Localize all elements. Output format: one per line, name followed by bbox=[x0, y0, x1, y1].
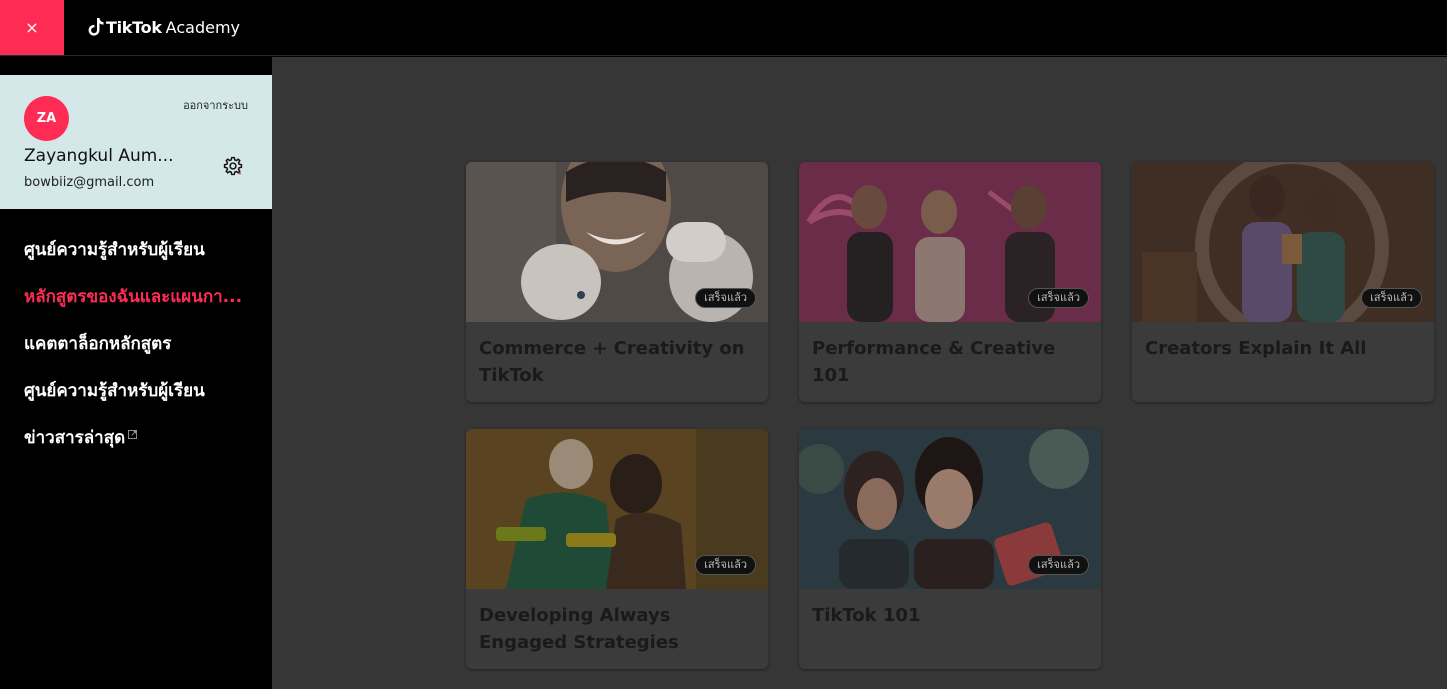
close-menu-button[interactable]: × bbox=[0, 0, 64, 55]
brand-logo[interactable]: TikTok Academy bbox=[88, 15, 240, 39]
course-card[interactable]: เสร็จแล้ว Performance & Creative 101 bbox=[799, 162, 1101, 402]
user-name: Zayangkul Aum... bbox=[24, 146, 174, 166]
status-badge: เสร็จแล้ว bbox=[695, 288, 756, 308]
status-badge: เสร็จแล้ว bbox=[1028, 555, 1089, 575]
course-grid: เสร็จแล้ว Commerce + Creativity on TikTo… bbox=[272, 57, 1447, 689]
avatar[interactable]: ZA bbox=[24, 96, 69, 141]
course-title: Performance & Creative 101 bbox=[812, 338, 1056, 386]
user-email: bowbiiz@gmail.com bbox=[24, 175, 155, 190]
sidebar-item-label: ข่าวสารล่าสุด bbox=[24, 428, 126, 448]
tiktok-logo-icon bbox=[88, 18, 104, 36]
status-badge: เสร็จแล้ว bbox=[1028, 288, 1089, 308]
course-card[interactable]: เสร็จแล้ว Developing Always Engaged Stra… bbox=[466, 429, 768, 669]
course-card[interactable]: เสร็จแล้ว TikTok 101 bbox=[799, 429, 1101, 669]
status-badge: เสร็จแล้ว bbox=[695, 555, 756, 575]
sidebar-item-course-catalog[interactable]: แคตตาล็อกหลักสูตร bbox=[24, 332, 256, 379]
sidebar-item-latest-news[interactable]: ข่าวสารล่าสุด bbox=[24, 426, 256, 473]
course-title: Developing Always Engaged Strategies bbox=[479, 605, 679, 653]
external-link-icon bbox=[128, 430, 138, 439]
close-icon: × bbox=[25, 18, 39, 37]
course-title: Creators Explain It All bbox=[1145, 338, 1367, 359]
brand-name: TikTok bbox=[106, 17, 162, 37]
sidebar: ZA ออกจากระบบ Zayangkul Aum... bowbiiz@g… bbox=[0, 56, 272, 689]
sidebar-item-learner-hub-2[interactable]: ศูนย์ความรู้สำหรับผู้เรียน bbox=[24, 379, 256, 426]
status-badge: เสร็จแล้ว bbox=[1361, 288, 1422, 308]
course-title: TikTok 101 bbox=[812, 605, 921, 626]
course-card[interactable]: เสร็จแล้ว Creators Explain It All bbox=[1132, 162, 1434, 402]
brand-sub: Academy bbox=[165, 17, 240, 37]
sidebar-nav: ศูนย์ความรู้สำหรับผู้เรียน หลักสูตรของฉั… bbox=[24, 238, 256, 473]
logout-link[interactable]: ออกจากระบบ bbox=[183, 96, 248, 114]
gear-icon[interactable] bbox=[222, 155, 244, 177]
top-bar: × TikTok Academy bbox=[0, 0, 1447, 56]
course-card[interactable]: เสร็จแล้ว Commerce + Creativity on TikTo… bbox=[466, 162, 768, 402]
profile-panel: ZA ออกจากระบบ Zayangkul Aum... bowbiiz@g… bbox=[0, 75, 272, 209]
sidebar-item-my-courses[interactable]: หลักสูตรของฉันและแผนกา... bbox=[24, 285, 256, 332]
course-title: Commerce + Creativity on TikTok bbox=[479, 338, 745, 386]
sidebar-item-learner-hub[interactable]: ศูนย์ความรู้สำหรับผู้เรียน bbox=[24, 238, 256, 285]
